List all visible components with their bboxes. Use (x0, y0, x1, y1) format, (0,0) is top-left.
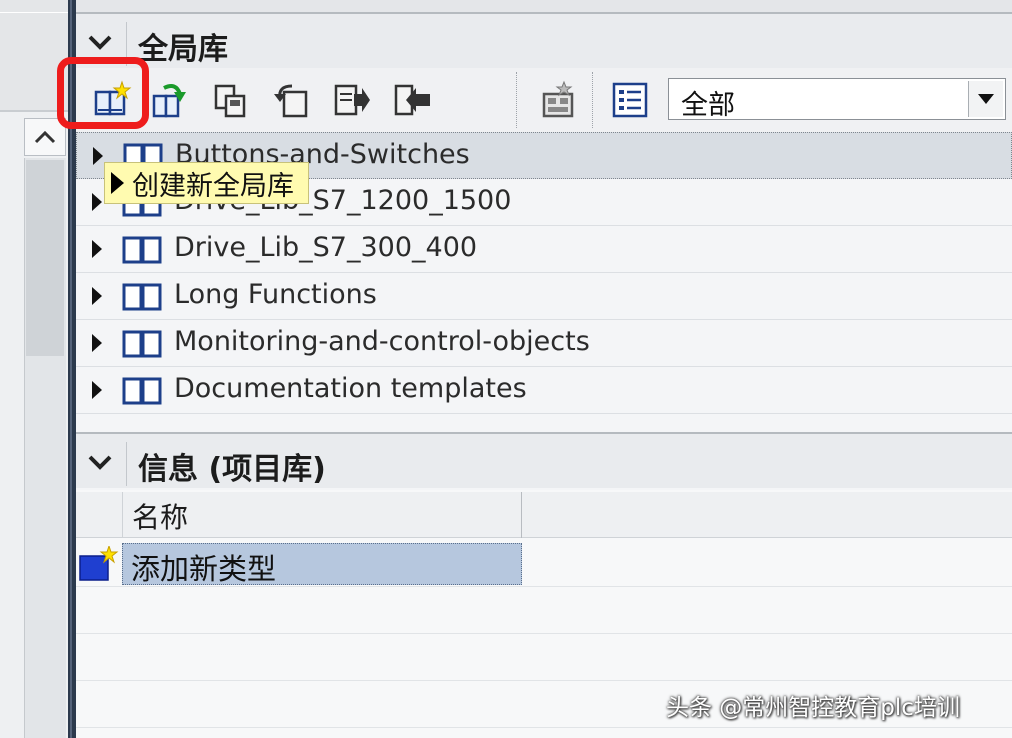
watermark: 头条 @常州智控教育plc培训 (666, 695, 960, 721)
book-icon (122, 377, 162, 405)
close-library-icon (274, 84, 308, 118)
save-library-icon (214, 84, 246, 118)
import-button[interactable] (392, 80, 432, 120)
tree-item-monitoring-and-control-objects[interactable]: Monitoring-and-control-objects (76, 320, 1012, 367)
expand-arrow-icon[interactable] (93, 147, 103, 165)
library-filter-select[interactable]: 全部 (668, 78, 1006, 121)
expand-arrow-icon[interactable] (92, 381, 102, 399)
chevron-up-icon (34, 130, 56, 144)
add-new-type-cell[interactable]: 添加新类型 (122, 543, 522, 586)
column-header-label: 名称 (132, 501, 189, 534)
update-library-icon (542, 80, 574, 118)
library-toolbar: 全部 (76, 68, 1012, 133)
filter-selected-value: 全部 (681, 90, 735, 121)
table-header: 名称 (76, 492, 1012, 538)
update-library-button[interactable] (538, 80, 578, 120)
list-view-button[interactable] (610, 80, 650, 120)
create-new-library-tooltip: 创建新全局库 (104, 162, 309, 204)
tree-item-documentation-templates[interactable]: Documentation templates (76, 367, 1012, 414)
global-library-header[interactable]: 全局库 (76, 12, 1012, 68)
close-library-button[interactable] (272, 80, 312, 120)
export-button[interactable] (332, 80, 372, 120)
book-open-icon (152, 84, 186, 118)
table-row (76, 587, 1012, 634)
book-icon (122, 283, 162, 311)
info-project-library-header[interactable]: 信息 (项目库) (76, 432, 1012, 488)
book-icon (122, 330, 162, 358)
list-view-icon (612, 82, 648, 118)
add-new-type-icon (78, 544, 122, 582)
collapse-chevron-icon[interactable] (86, 28, 114, 56)
add-new-type-label: 添加新类型 (131, 552, 277, 586)
tree-item-drive-lib-s7-300-400[interactable]: Drive_Lib_S7_300_400 (76, 226, 1012, 273)
dropdown-arrow-icon[interactable] (968, 81, 1003, 117)
collapse-chevron-icon[interactable] (86, 448, 114, 476)
tree-item-label: Documentation templates (174, 373, 527, 404)
tooltip-text: 创建新全局库 (132, 170, 294, 202)
table-row (76, 634, 1012, 681)
info-title: 信息 (项目库) (138, 452, 326, 487)
open-library-button[interactable] (150, 80, 190, 120)
import-icon (394, 84, 430, 116)
save-library-button[interactable] (212, 80, 252, 120)
tree-item-label: Long Functions (174, 279, 377, 310)
tooltip-arrow-icon (111, 172, 124, 194)
tree-item-long-functions[interactable]: Long Functions (76, 273, 1012, 320)
libraries-panel: 全局库 全部 Buttons-and-Switches Drive_Lib_S7… (57, 0, 1012, 738)
tree-item-label: Monitoring-and-control-objects (174, 326, 590, 357)
book-icon (122, 236, 162, 264)
expand-arrow-icon[interactable] (92, 334, 102, 352)
table-row-add-new-type[interactable]: 添加新类型 (76, 540, 1012, 587)
scrollbar-thumb[interactable] (26, 160, 64, 356)
expand-arrow-icon[interactable] (92, 240, 102, 258)
column-header-name[interactable]: 名称 (122, 492, 522, 538)
global-library-title: 全局库 (138, 32, 228, 67)
highlight-annotation (57, 57, 149, 129)
tree-item-label: Drive_Lib_S7_300_400 (174, 232, 478, 263)
expand-arrow-icon[interactable] (92, 193, 102, 211)
expand-arrow-icon[interactable] (92, 287, 102, 305)
export-icon (334, 84, 370, 116)
